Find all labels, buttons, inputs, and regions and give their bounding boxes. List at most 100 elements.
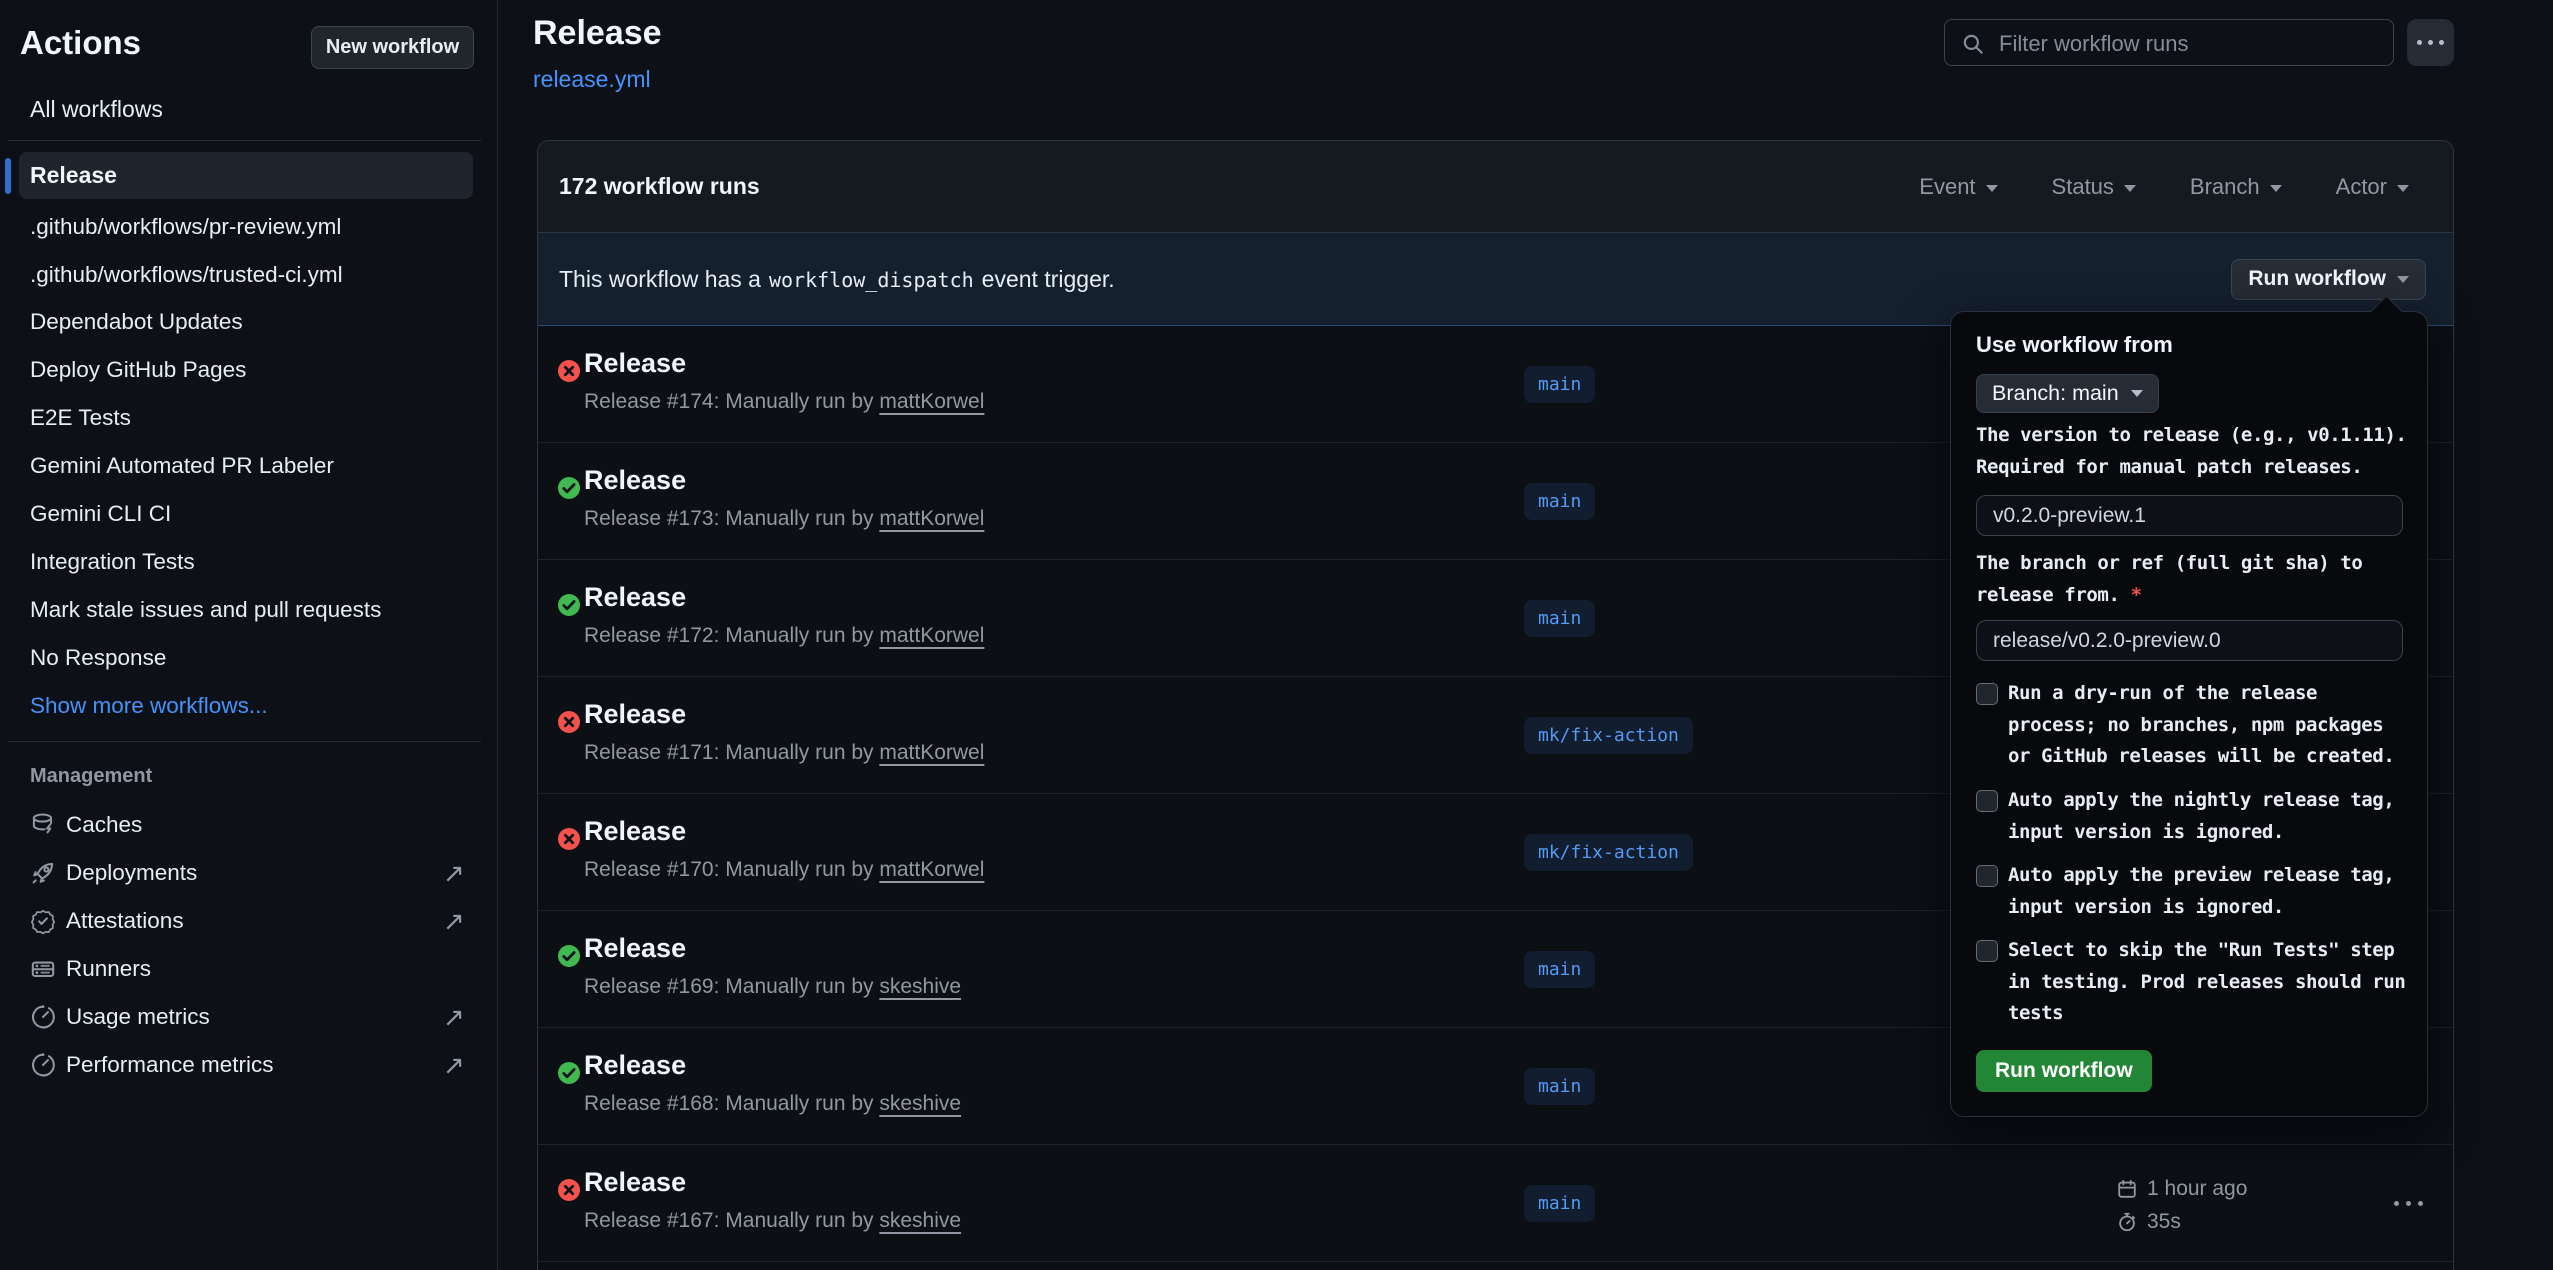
run-title-link[interactable]: Release: [584, 933, 686, 964]
success-status-icon: [557, 1061, 581, 1085]
run-description: Release #168: Manually run by skeshive: [584, 1092, 961, 1116]
run-meta: 1 hour ago 35s: [2116, 1175, 2247, 1241]
actor-link[interactable]: mattKorwel: [879, 741, 984, 764]
banner-text: This workflow has aworkflow_dispatcheven…: [559, 266, 1115, 293]
search-input[interactable]: [1997, 21, 2386, 66]
run-title-link[interactable]: Release: [584, 816, 686, 847]
failed-status-icon: [557, 827, 581, 851]
run-title-link[interactable]: Release: [584, 348, 686, 379]
run-title-link[interactable]: Release: [584, 699, 686, 730]
sidebar-item-workflow[interactable]: .github/workflows/trusted-ci.yml: [0, 251, 497, 299]
branch-badge[interactable]: mk/fix-action: [1524, 717, 1693, 754]
sidebar-item-workflow[interactable]: Integration Tests: [0, 538, 497, 586]
branch-select-button[interactable]: Branch: main: [1976, 374, 2159, 413]
checkbox[interactable]: [1976, 865, 1998, 887]
sidebar-item-performance-metrics[interactable]: Performance metrics ↗: [0, 1041, 497, 1089]
branch-badge[interactable]: main: [1524, 366, 1595, 403]
sidebar-item-label: Attestations: [66, 897, 184, 945]
sidebar-item-workflow[interactable]: Gemini Automated PR Labeler: [0, 442, 497, 490]
filter-actor[interactable]: Actor: [2336, 174, 2409, 200]
run-title-link[interactable]: Release: [584, 582, 686, 613]
sidebar-item-all-workflows[interactable]: All workflows: [16, 86, 481, 132]
external-link-icon: ↗: [443, 849, 465, 897]
sidebar-item-usage-metrics[interactable]: Usage metrics ↗: [0, 993, 497, 1041]
actor-link[interactable]: mattKorwel: [879, 624, 984, 647]
success-status-icon: [557, 944, 581, 968]
version-input[interactable]: [1976, 495, 2403, 536]
actor-link[interactable]: mattKorwel: [879, 507, 984, 530]
new-workflow-button[interactable]: New workflow: [311, 26, 474, 69]
banner-code: workflow_dispatch: [761, 268, 982, 292]
workflow-file-link[interactable]: release.yml: [533, 66, 651, 93]
sidebar-item-workflow[interactable]: E2E Tests: [0, 394, 497, 442]
filter-workflow-runs-search[interactable]: [1944, 19, 2394, 66]
branch-badge[interactable]: main: [1524, 600, 1595, 637]
required-asterisk: *: [2131, 584, 2142, 606]
sidebar-item-attestations[interactable]: Attestations ↗: [0, 897, 497, 945]
branch-badge[interactable]: main: [1524, 1068, 1595, 1105]
version-input-description: The version to release (e.g., v0.1.11). …: [1976, 420, 2407, 483]
actor-link[interactable]: skeshive: [879, 1209, 961, 1232]
workflow-options-kebab-button[interactable]: [2407, 19, 2454, 66]
checkbox[interactable]: [1976, 940, 1998, 962]
sidebar-item-workflow[interactable]: Gemini CLI CI: [0, 490, 497, 538]
run-row[interactable]: Release Release #167: Manually run by sk…: [538, 1145, 2453, 1262]
checkbox[interactable]: [1976, 790, 1998, 812]
sidebar-item-label: Caches: [66, 801, 142, 849]
actor-link[interactable]: mattKorwel: [879, 858, 984, 881]
checkbox[interactable]: [1976, 683, 1998, 705]
page-title: Release: [533, 14, 662, 53]
filter-status[interactable]: Status: [2052, 174, 2136, 200]
run-title-link[interactable]: Release: [584, 1167, 686, 1198]
ref-input[interactable]: [1976, 620, 2403, 661]
run-title-link[interactable]: Release: [584, 465, 686, 496]
failed-status-icon: [557, 710, 581, 734]
verified-seal-icon: [28, 906, 58, 936]
gauge-icon: [28, 1050, 58, 1080]
chevron-down-icon: [2397, 276, 2409, 283]
run-options-kebab-button[interactable]: [2394, 1201, 2423, 1206]
run-workflow-popup: Use workflow from Branch: main The versi…: [1950, 311, 2428, 1117]
actor-link[interactable]: mattKorwel: [879, 390, 984, 413]
sidebar-item-release[interactable]: Release: [19, 152, 473, 199]
branch-badge[interactable]: mk/fix-action: [1524, 834, 1693, 871]
sidebar-item-workflow[interactable]: Mark stale issues and pull requests: [0, 586, 497, 634]
sidebar-item-workflow[interactable]: .github/workflows/pr-review.yml: [0, 203, 497, 251]
sidebar-item-runners[interactable]: Runners: [0, 945, 497, 993]
actor-link[interactable]: skeshive: [879, 975, 961, 998]
run-description: Release #173: Manually run by mattKorwel: [584, 507, 984, 531]
sidebar-item-label: Performance metrics: [66, 1041, 274, 1089]
run-title-link[interactable]: Release: [584, 1050, 686, 1081]
show-more-workflows-link[interactable]: Show more workflows...: [0, 682, 497, 730]
external-link-icon: ↗: [443, 993, 465, 1041]
chevron-down-icon: [2131, 390, 2143, 397]
sidebar-divider: [8, 140, 481, 141]
sidebar-item-workflow[interactable]: No Response: [0, 634, 497, 682]
run-description: Release #170: Manually run by mattKorwel: [584, 858, 984, 882]
filter-branch[interactable]: Branch: [2190, 174, 2282, 200]
sidebar-item-deployments[interactable]: Deployments ↗: [0, 849, 497, 897]
gauge-icon: [28, 1002, 58, 1032]
external-link-icon: ↗: [443, 897, 465, 945]
checkbox-label: Run a dry-run of the release process; no…: [2008, 678, 2408, 773]
ref-input-description: The branch or ref (full git sha) to rele…: [1976, 548, 2362, 611]
runs-list-header: 172 workflow runs Event Status Branch Ac…: [538, 141, 2453, 233]
management-section-label: Management: [30, 765, 152, 788]
checkbox-label: Auto apply the nightly release tag, inpu…: [2008, 785, 2408, 848]
sidebar-item-workflow[interactable]: Dependabot Updates: [0, 298, 497, 346]
branch-badge[interactable]: main: [1524, 483, 1595, 520]
run-workflow-submit-button[interactable]: Run workflow: [1976, 1050, 2152, 1092]
checkbox-label: Auto apply the preview release tag, inpu…: [2008, 860, 2408, 923]
filter-event[interactable]: Event: [1919, 174, 1997, 200]
sidebar-item-workflow[interactable]: Deploy GitHub Pages: [0, 346, 497, 394]
branch-badge[interactable]: main: [1524, 1185, 1595, 1222]
server-icon: [28, 954, 58, 984]
failed-status-icon: [557, 359, 581, 383]
sidebar-item-caches[interactable]: Caches: [0, 801, 497, 849]
actor-link[interactable]: skeshive: [879, 1092, 961, 1115]
sidebar-item-label: Runners: [66, 945, 151, 993]
branch-badge[interactable]: main: [1524, 951, 1595, 988]
run-description: Release #171: Manually run by mattKorwel: [584, 741, 984, 765]
run-duration: 35s: [2147, 1210, 2181, 1234]
run-workflow-dropdown-button[interactable]: Run workflow: [2231, 259, 2426, 300]
